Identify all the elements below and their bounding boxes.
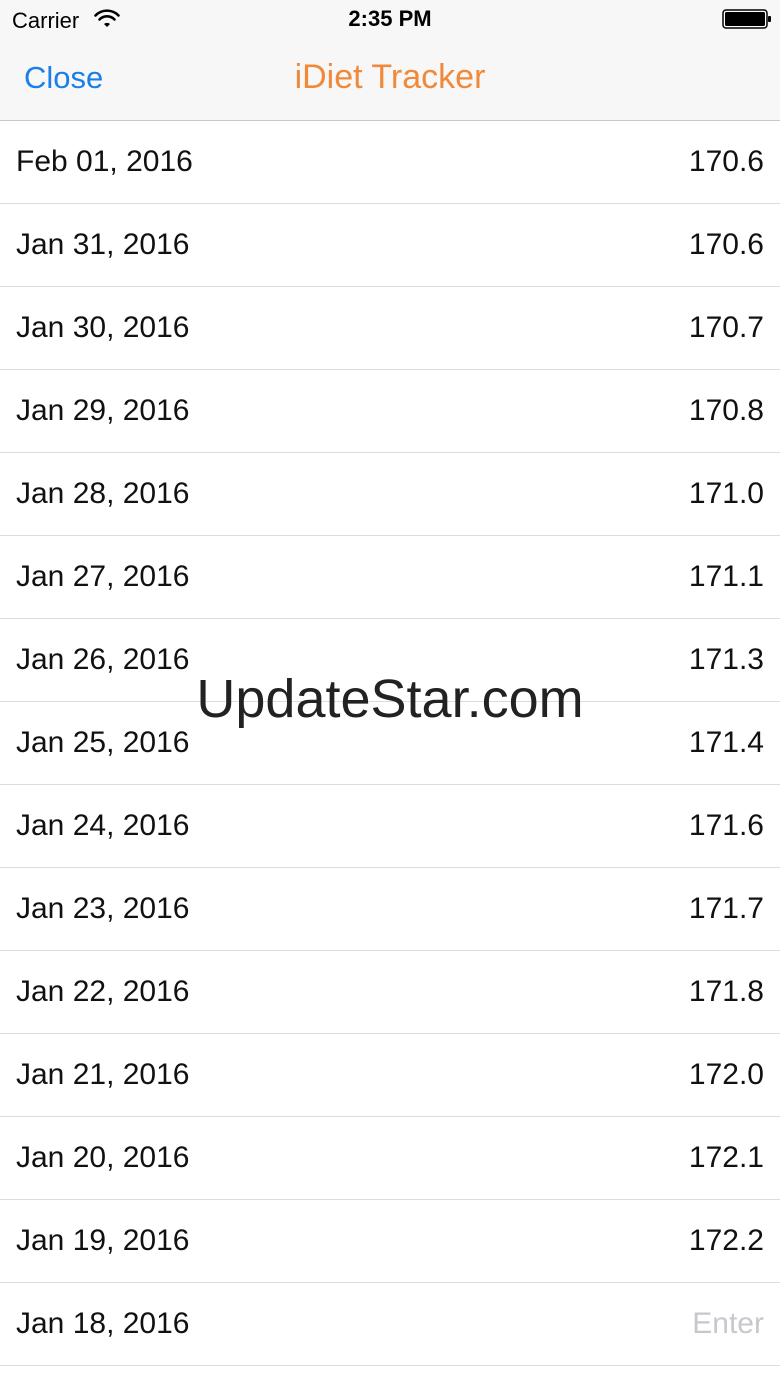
row-date: Jan 26, 2016	[16, 643, 190, 676]
table-row[interactable]: Jan 19, 2016 172.2	[0, 1200, 780, 1283]
row-weight-value[interactable]: 172.1	[689, 1141, 764, 1175]
table-row[interactable]: Jan 23, 2016 171.7	[0, 868, 780, 951]
row-date: Jan 21, 2016	[16, 1058, 190, 1091]
status-bar: Carrier 2:35 PM	[0, 0, 780, 40]
row-weight-value[interactable]: 171.4	[689, 726, 764, 760]
close-button[interactable]: Close	[24, 60, 103, 96]
page-title: iDiet Tracker	[294, 58, 486, 96]
table-row[interactable]: Jan 21, 2016 172.0	[0, 1034, 780, 1117]
table-row[interactable]: Jan 18, 2016 Enter	[0, 1283, 780, 1366]
weight-log-list: Feb 01, 2016 170.6 Jan 31, 2016 170.6 Jan 30…	[0, 121, 780, 1366]
row-date: Jan 29, 2016	[16, 394, 190, 427]
table-row[interactable]: Jan 28, 2016 171.0	[0, 453, 780, 536]
table-row[interactable]: Jan 25, 2016 171.4	[0, 702, 780, 785]
row-weight-value[interactable]: 172.2	[689, 1224, 764, 1258]
row-weight-value[interactable]: 172.0	[689, 1058, 764, 1092]
table-row[interactable]: Jan 26, 2016 171.3	[0, 619, 780, 702]
table-row[interactable]: Jan 24, 2016 171.6	[0, 785, 780, 868]
row-date: Jan 27, 2016	[16, 560, 190, 593]
row-weight-value[interactable]: 171.8	[689, 975, 764, 1009]
table-row[interactable]: Feb 01, 2016 170.6	[0, 121, 780, 204]
weight-entry-field[interactable]: Enter	[692, 1307, 764, 1341]
row-weight-value[interactable]: 170.7	[689, 311, 764, 345]
row-weight-value[interactable]: 170.6	[689, 228, 764, 262]
row-date: Jan 19, 2016	[16, 1224, 190, 1257]
row-weight-value[interactable]: 171.7	[689, 892, 764, 926]
row-weight-value[interactable]: 170.8	[689, 394, 764, 428]
table-row[interactable]: Jan 29, 2016 170.8	[0, 370, 780, 453]
table-row[interactable]: Jan 30, 2016 170.7	[0, 287, 780, 370]
row-date: Jan 30, 2016	[16, 311, 190, 344]
row-weight-value[interactable]: 171.0	[689, 477, 764, 511]
navigation-bar: Close iDiet Tracker	[0, 40, 780, 120]
top-bar: Carrier 2:35 PM Close iDiet Tracker	[0, 0, 780, 121]
row-date: Jan 24, 2016	[16, 809, 190, 842]
app-screen: Carrier 2:35 PM Close iDiet Tracker Feb …	[0, 0, 780, 1387]
row-weight-value[interactable]: 171.6	[689, 809, 764, 843]
row-date: Feb 01, 2016	[16, 145, 193, 178]
row-weight-value[interactable]: 170.6	[689, 145, 764, 179]
table-row[interactable]: Jan 31, 2016 170.6	[0, 204, 780, 287]
row-date: Jan 23, 2016	[16, 892, 190, 925]
row-date: Jan 22, 2016	[16, 975, 190, 1008]
row-date: Jan 31, 2016	[16, 228, 190, 261]
row-date: Jan 20, 2016	[16, 1141, 190, 1174]
table-row[interactable]: Jan 27, 2016 171.1	[0, 536, 780, 619]
row-weight-value[interactable]: 171.3	[689, 643, 764, 677]
row-weight-value[interactable]: 171.1	[689, 560, 764, 594]
row-date: Jan 18, 2016	[16, 1307, 190, 1340]
row-date: Jan 28, 2016	[16, 477, 190, 510]
status-time: 2:35 PM	[348, 6, 432, 31]
table-row[interactable]: Jan 22, 2016 171.8	[0, 951, 780, 1034]
table-row[interactable]: Jan 20, 2016 172.1	[0, 1117, 780, 1200]
battery-icon	[722, 9, 771, 29]
row-date: Jan 25, 2016	[16, 726, 190, 759]
